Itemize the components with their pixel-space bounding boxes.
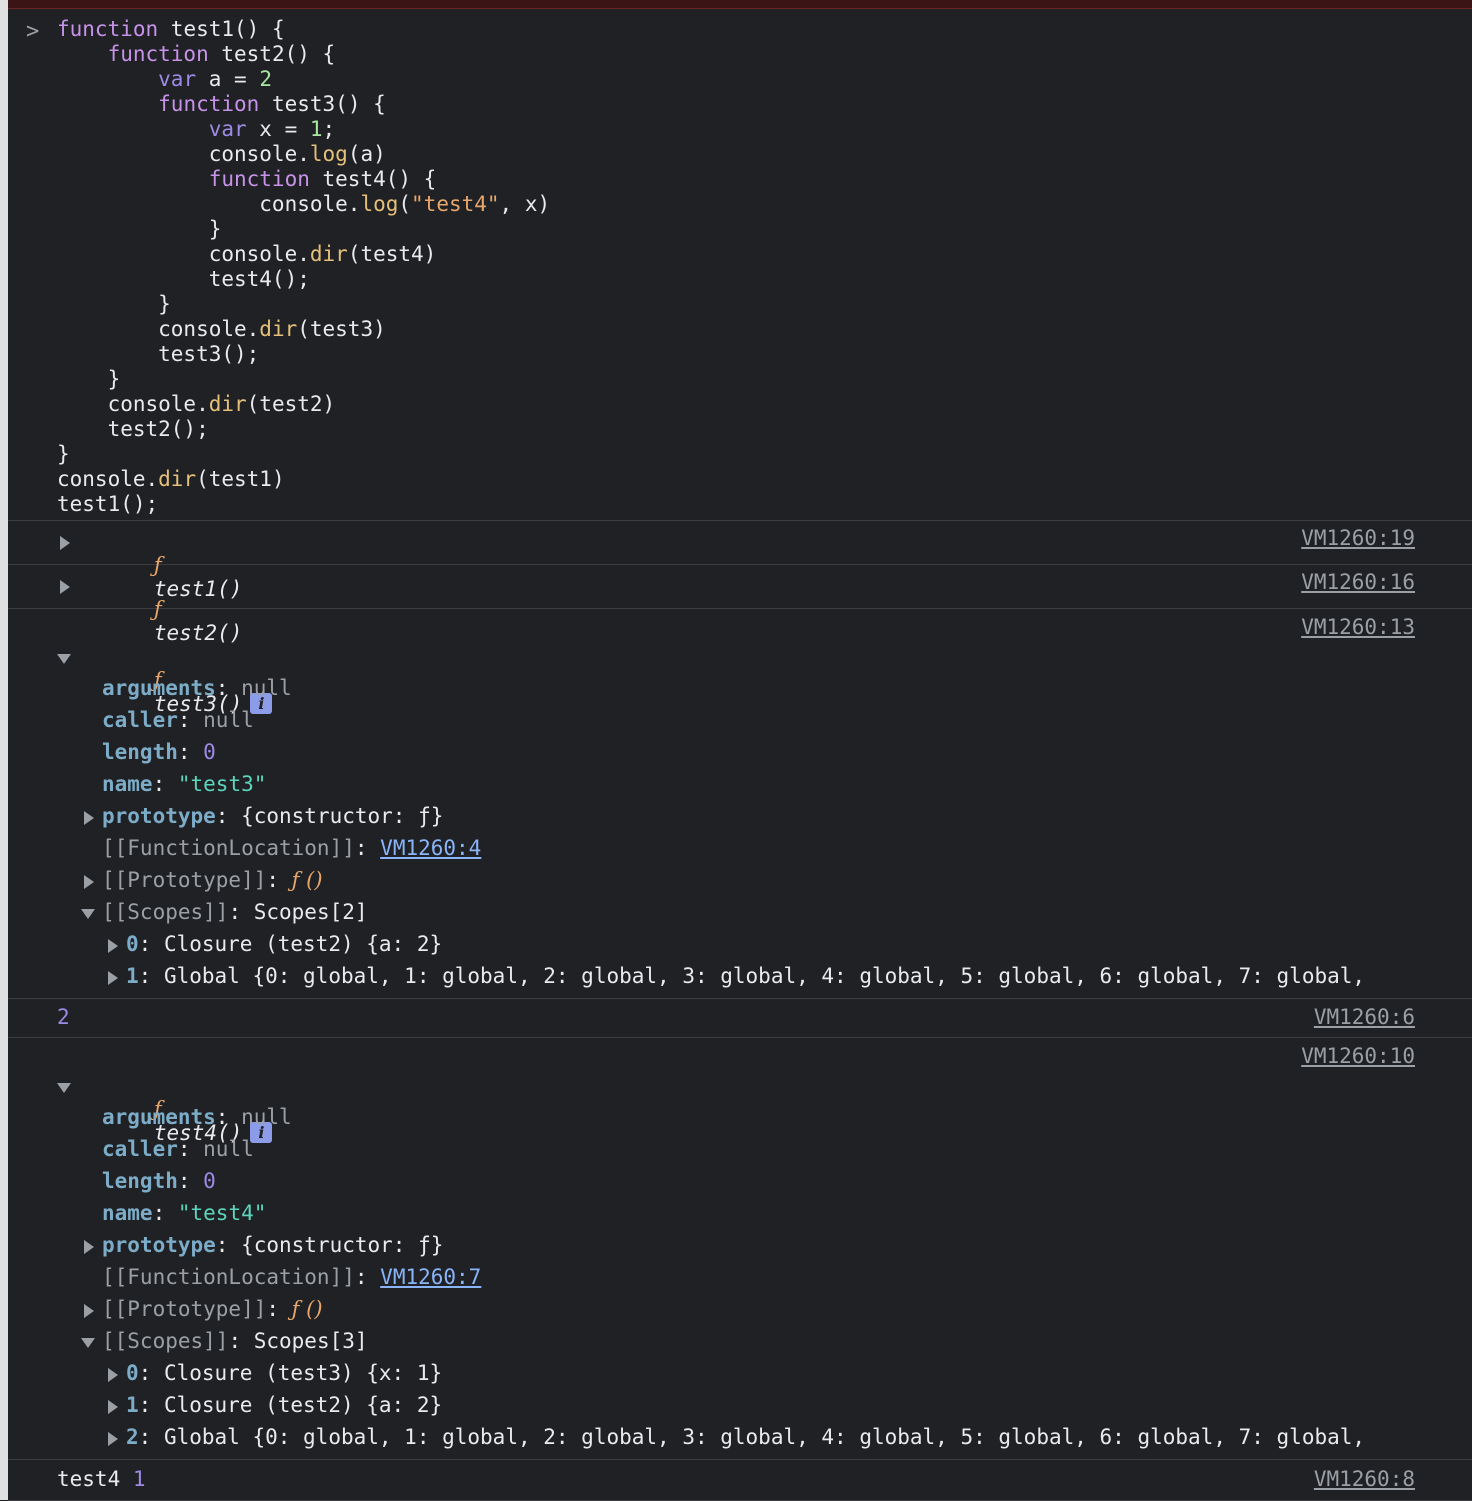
- log-value: 2: [57, 1005, 70, 1029]
- scope-index: 2: [126, 1425, 139, 1449]
- scope-value: Global {0: global, 1: global, 2: global,…: [163, 1425, 1366, 1449]
- prop-key: [[Prototype]]: [102, 868, 267, 892]
- expand-triangle-icon[interactable]: [84, 1240, 94, 1254]
- prop-key: [[FunctionLocation]]: [102, 1265, 355, 1289]
- code-line: test2();: [57, 417, 209, 441]
- prop-key: [[Scopes]]: [102, 1329, 229, 1353]
- collapse-triangle-icon[interactable]: [81, 909, 95, 919]
- expand-triangle-icon[interactable]: [108, 1400, 118, 1414]
- prop-key: caller: [102, 708, 178, 732]
- expand-triangle-icon[interactable]: [108, 1432, 118, 1446]
- code-line: function test4() {: [208, 167, 437, 191]
- console-entry-test2[interactable]: ƒ test2() VM1260:16: [8, 565, 1472, 645]
- code-line: console.dir(test2): [57, 392, 336, 416]
- collapse-triangle-icon[interactable]: [57, 1083, 71, 1093]
- prop-key: prototype: [102, 1233, 216, 1257]
- prop-value: {constructor: ƒ}: [241, 1233, 444, 1257]
- prop-value: null: [241, 1105, 292, 1129]
- code-line: }: [57, 442, 70, 466]
- prop-value: null: [203, 1137, 254, 1161]
- scope-value: Closure (test2) {a: 2}: [163, 1393, 443, 1417]
- prop-key: [[FunctionLocation]]: [102, 836, 355, 860]
- source-link[interactable]: VM1260:10: [1301, 1044, 1415, 1068]
- prop-key: length: [102, 1169, 178, 1193]
- code-line: }: [57, 367, 121, 391]
- prop-key: [[Prototype]]: [102, 1297, 267, 1321]
- code-line: console.dir(test1): [57, 467, 285, 491]
- prop-key: arguments: [102, 1105, 216, 1129]
- collapse-triangle-icon[interactable]: [81, 1338, 95, 1348]
- console-entry-log-test4: test4 1 VM1260:8: [8, 1460, 1472, 1501]
- expand-triangle-icon[interactable]: [60, 580, 70, 594]
- code-line: test1();: [57, 492, 159, 516]
- console-entry-test1[interactable]: ƒ test1() VM1260:19: [8, 521, 1472, 601]
- scope-value: Closure (test2) {a: 2}: [163, 932, 443, 956]
- prop-value: "test4": [177, 1201, 267, 1225]
- prop-value: ƒ (): [291, 868, 323, 892]
- prop-key: length: [102, 740, 178, 764]
- function-location-link[interactable]: VM1260:4: [380, 836, 481, 860]
- code-line: test4();: [57, 267, 310, 291]
- code-line: }: [57, 292, 171, 316]
- expand-triangle-icon[interactable]: [84, 875, 94, 889]
- left-border: [0, 0, 8, 1500]
- prop-key: [[Scopes]]: [102, 900, 229, 924]
- error-bar-edge: [0, 0, 1472, 9]
- code-line: test3();: [57, 342, 260, 366]
- prop-key: name: [102, 1201, 153, 1225]
- scope-index: 0: [126, 1361, 139, 1385]
- source-link[interactable]: VM1260:6: [1314, 1005, 1415, 1029]
- expand-triangle-icon[interactable]: [60, 536, 70, 550]
- prop-value: 0: [203, 740, 216, 764]
- prop-value: ƒ (): [291, 1297, 323, 1321]
- source-link[interactable]: VM1260:13: [1301, 615, 1415, 639]
- code-line: console.dir(test3): [57, 317, 386, 341]
- code-line: var a = 2: [158, 67, 272, 91]
- log-label: test4: [57, 1467, 121, 1491]
- prop-value: "test3": [177, 772, 267, 796]
- expand-triangle-icon[interactable]: [108, 1368, 118, 1382]
- prop-value: null: [241, 676, 292, 700]
- prop-key: arguments: [102, 676, 216, 700]
- expand-triangle-icon[interactable]: [108, 971, 118, 985]
- prompt-chevron-icon: >: [26, 19, 40, 44]
- function-location-link[interactable]: VM1260:7: [380, 1265, 481, 1289]
- code-block[interactable]: function test1() { function test2() { va…: [57, 17, 550, 517]
- code-line: console.dir(test4): [57, 242, 437, 266]
- code-line: console.log(a): [57, 142, 386, 166]
- scope-value: Closure (test3) {x: 1}: [163, 1361, 443, 1385]
- code-line: console.log("test4", x): [57, 192, 551, 216]
- prop-key: caller: [102, 1137, 178, 1161]
- prop-key: prototype: [102, 804, 216, 828]
- code-line: }: [57, 217, 222, 241]
- console-entry-log-a: 2 VM1260:6: [8, 999, 1472, 1038]
- code-line: var x = 1;: [208, 117, 336, 141]
- scope-value: Global {0: global, 1: global, 2: global,…: [163, 964, 1366, 988]
- prop-value: null: [203, 708, 254, 732]
- collapse-triangle-icon[interactable]: [57, 654, 71, 664]
- code-line: function test3() {: [158, 92, 386, 116]
- source-link[interactable]: VM1260:19: [1301, 526, 1415, 550]
- code-line: function test2() {: [107, 42, 336, 66]
- console-pane: > function test1() { function test2() { …: [8, 9, 1472, 1501]
- prop-value: {constructor: ƒ}: [241, 804, 444, 828]
- prop-key: name: [102, 772, 153, 796]
- log-value: 1: [132, 1467, 146, 1491]
- prop-value: 0: [203, 1169, 216, 1193]
- expand-triangle-icon[interactable]: [84, 811, 94, 825]
- console-entry-test4[interactable]: VM1260:10 ƒ test4() i arguments: null cal…: [8, 1038, 1472, 1460]
- code-line: function test1() {: [57, 17, 285, 41]
- prop-value: Scopes[3]: [253, 1329, 368, 1353]
- source-link[interactable]: VM1260:16: [1301, 570, 1415, 594]
- console-input-entry[interactable]: > function test1() { function test2() { …: [8, 9, 1472, 521]
- console-entry-test3[interactable]: VM1260:13 ƒ test3() i arguments: null cal…: [8, 609, 1472, 999]
- scope-index: 1: [126, 1393, 139, 1417]
- scope-index: 1: [126, 964, 139, 988]
- scope-index: 0: [126, 932, 139, 956]
- source-link[interactable]: VM1260:8: [1314, 1467, 1415, 1491]
- expand-triangle-icon[interactable]: [84, 1304, 94, 1318]
- expand-triangle-icon[interactable]: [108, 939, 118, 953]
- prop-value: Scopes[2]: [253, 900, 368, 924]
